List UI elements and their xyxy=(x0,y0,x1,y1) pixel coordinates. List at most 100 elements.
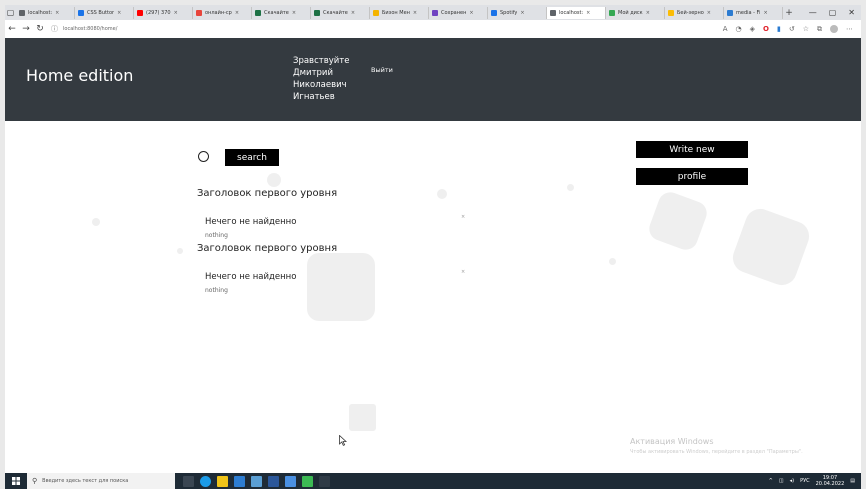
url-field[interactable]: ⓘ localhost:8080/home/ xyxy=(51,24,117,34)
tab-close-icon[interactable]: × xyxy=(117,10,121,16)
app-icon[interactable] xyxy=(302,475,313,487)
browser-tab[interactable]: Бизон Мен × xyxy=(370,6,429,19)
more-menu-icon[interactable]: ⋯ xyxy=(846,25,853,33)
tab-close-icon[interactable]: × xyxy=(351,10,355,16)
tab-label: онлайн-ср xyxy=(205,9,232,16)
search-toggle-radio[interactable] xyxy=(198,151,209,162)
app-icon[interactable] xyxy=(285,475,296,487)
collections-icon[interactable]: ⧉ xyxy=(817,25,822,34)
bg-shape xyxy=(645,188,711,254)
tab-close-icon[interactable]: × xyxy=(55,10,59,16)
search-button[interactable]: search xyxy=(225,149,279,166)
browser-tab[interactable]: Сохранен × xyxy=(429,6,488,19)
browser-tab[interactable]: localhost: × xyxy=(547,6,606,19)
section-heading: Заголовок первого уровня xyxy=(197,188,338,199)
tab-close-icon[interactable]: × xyxy=(174,10,178,16)
browser-tab[interactable]: (297) 370 × xyxy=(134,6,193,19)
tab-close-icon[interactable]: × xyxy=(646,10,650,16)
mail-icon[interactable] xyxy=(251,475,262,487)
activation-watermark-text: Чтобы активировать Windows, перейдите в … xyxy=(630,449,803,455)
favorites-icon[interactable]: ☆ xyxy=(803,25,809,33)
language-indicator[interactable]: РУС xyxy=(800,478,810,484)
shield-icon[interactable]: ◈ xyxy=(750,25,755,33)
browser-tab[interactable]: Скачайте × xyxy=(311,6,370,19)
browser-tab[interactable]: media - Fi × xyxy=(724,6,783,19)
tab-label: Сохранен xyxy=(441,9,467,16)
greeting-line: Игнатьев xyxy=(293,92,335,102)
profile-button[interactable]: profile xyxy=(636,168,748,185)
activation-watermark-title: Активация Windows xyxy=(630,437,714,446)
tab-close-icon[interactable]: × xyxy=(413,10,417,16)
tab-close-icon[interactable]: × xyxy=(520,10,524,16)
tab-favicon-icon xyxy=(137,9,143,16)
browser-tab[interactable]: Бей-зерно × xyxy=(665,6,724,19)
tab-close-icon[interactable]: × xyxy=(292,10,296,16)
avatar[interactable] xyxy=(830,25,838,33)
word-icon[interactable] xyxy=(268,475,279,487)
close-window-button[interactable]: ✕ xyxy=(848,8,855,17)
new-tab-button[interactable]: + xyxy=(783,8,795,18)
tab-label: localhost: xyxy=(28,9,53,16)
section-heading: Заголовок первого уровня xyxy=(197,243,338,254)
window-controls: — ▢ ✕ xyxy=(809,8,861,17)
search-icon: ⚲ xyxy=(32,477,38,485)
extension-icon[interactable]: ◔ xyxy=(736,25,742,33)
item-subtitle: nothing xyxy=(205,232,228,239)
greeting-line: Николаевич xyxy=(293,80,347,90)
taskbar-search-input[interactable]: ⚲ Введите здесь текст для поиска xyxy=(27,473,175,489)
window-menu-icon[interactable]: ▢ xyxy=(5,7,16,18)
tab-close-icon[interactable]: × xyxy=(469,10,473,16)
store-icon[interactable] xyxy=(234,475,245,487)
maximize-button[interactable]: ▢ xyxy=(829,8,837,17)
tab-favicon-icon xyxy=(550,9,556,16)
browser-tab[interactable]: онлайн-ср × xyxy=(193,6,252,19)
taskbar-search-placeholder: Введите здесь текст для поиска xyxy=(42,478,129,484)
site-info-icon[interactable]: ⓘ xyxy=(51,24,58,34)
task-view-icon[interactable] xyxy=(183,475,194,487)
item-title: Нечего не найденно xyxy=(205,217,297,227)
volume-icon[interactable]: ◂) xyxy=(790,478,794,484)
start-button[interactable] xyxy=(5,473,27,489)
browser-tab[interactable]: Мой диск × xyxy=(606,6,665,19)
tab-favicon-icon xyxy=(727,9,733,16)
tab-close-icon[interactable]: × xyxy=(707,10,711,16)
read-aloud-icon[interactable]: A xyxy=(723,25,728,33)
back-icon[interactable]: ← xyxy=(5,24,19,34)
brand-title[interactable]: Home edition xyxy=(26,66,133,85)
bg-shape xyxy=(728,204,814,290)
greeting-line: Дмитрий xyxy=(293,68,333,78)
refresh-ext-icon[interactable]: ↺ xyxy=(789,25,795,33)
item-mark: × xyxy=(461,214,466,220)
tab-label: CSS Buttor xyxy=(87,9,115,16)
tab-close-icon[interactable]: × xyxy=(586,10,590,16)
browser-tab[interactable]: Скачайте × xyxy=(252,6,311,19)
tray-arrow-icon[interactable]: ^ xyxy=(769,478,773,484)
bg-shape xyxy=(177,248,183,254)
edge-icon[interactable] xyxy=(200,475,211,487)
write-new-button[interactable]: Write new xyxy=(636,141,748,158)
minimize-button[interactable]: — xyxy=(809,8,817,17)
browser-tab[interactable]: localhost: × xyxy=(16,6,75,19)
bg-shape xyxy=(437,189,447,199)
reload-icon[interactable]: ↻ xyxy=(33,24,47,34)
clock[interactable]: 19:07 20.04.2022 xyxy=(816,475,845,487)
forward-icon[interactable]: → xyxy=(19,24,33,34)
opera-icon[interactable]: O xyxy=(763,25,769,33)
bg-shape xyxy=(267,173,281,187)
browser-tab[interactable]: Spotify × xyxy=(488,6,547,19)
tab-favicon-icon xyxy=(19,9,25,16)
logout-link[interactable]: Выйти xyxy=(371,66,393,74)
bg-shape xyxy=(349,404,376,431)
notifications-icon[interactable]: ▤ xyxy=(850,478,855,484)
tab-label: media - Fi xyxy=(736,9,761,16)
tab-label: Скачайте xyxy=(323,9,348,16)
file-explorer-icon[interactable] xyxy=(217,475,228,487)
bookmark-icon[interactable]: ▮ xyxy=(777,25,781,33)
taskbar-apps xyxy=(183,475,330,487)
tab-close-icon[interactable]: × xyxy=(235,10,239,16)
item-mark: × xyxy=(461,269,466,275)
browser-tab[interactable]: CSS Buttor × xyxy=(75,6,134,19)
network-icon[interactable]: ◫ xyxy=(779,478,784,484)
app-icon[interactable] xyxy=(319,475,330,487)
tab-close-icon[interactable]: × xyxy=(763,10,767,16)
